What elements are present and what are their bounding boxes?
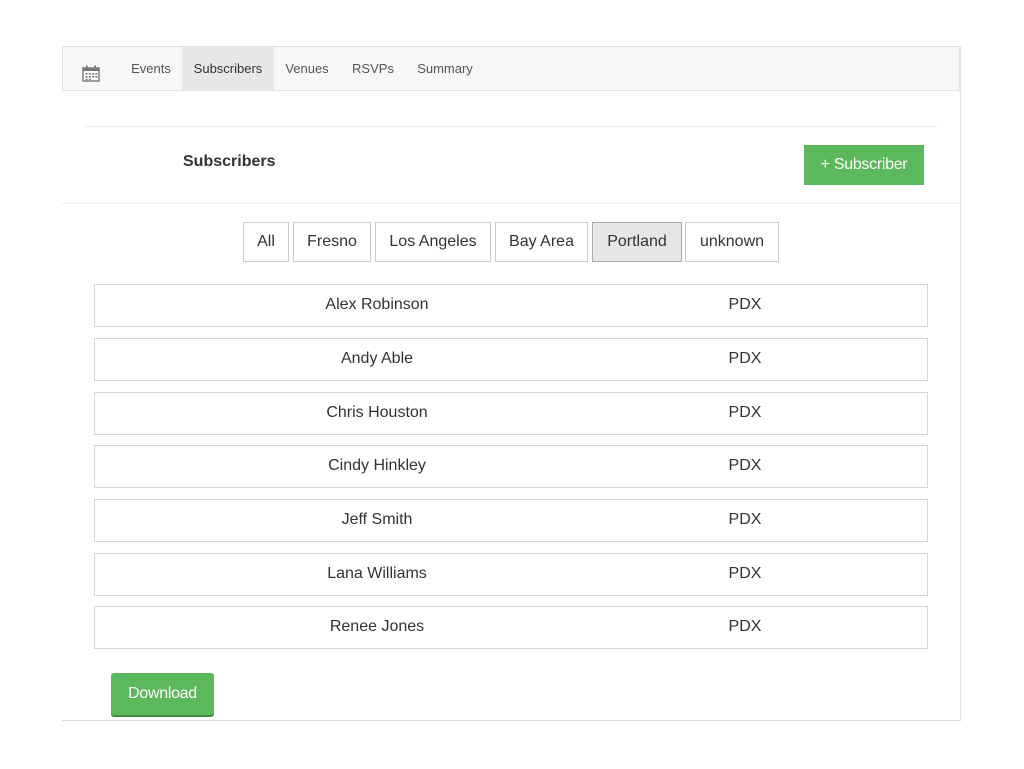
subscriber-city: PDX	[728, 618, 762, 635]
subscriber-city: PDX	[728, 404, 762, 421]
subscriber-name: Andy Able	[340, 350, 414, 367]
filter-fresno[interactable]: Fresno	[293, 222, 371, 262]
subscriber-city: PDX	[728, 457, 762, 474]
subscriber-row[interactable]: Lana Williams PDX	[94, 553, 928, 596]
nav-rsvps[interactable]: RSVPs	[340, 47, 406, 91]
subscriber-row[interactable]: Renee Jones PDX	[94, 606, 928, 649]
subscriber-row[interactable]: Andy Able PDX	[94, 338, 928, 381]
nav-events[interactable]: Events	[120, 47, 182, 91]
subscriber-name: Lana Williams	[327, 565, 427, 582]
divider	[62, 203, 960, 204]
calendar-icon[interactable]	[82, 65, 100, 82]
subscriber-name: Renee Jones	[329, 618, 425, 635]
nav-venues[interactable]: Venues	[274, 47, 340, 91]
subscriber-city: PDX	[728, 511, 762, 528]
main-panel: Events Subscribers Venues RSVPs Summary …	[62, 46, 961, 721]
download-button[interactable]: Download	[111, 673, 214, 715]
nav-summary[interactable]: Summary	[406, 47, 484, 91]
subscriber-name: Chris Houston	[326, 404, 428, 421]
subscriber-row[interactable]: Jeff Smith PDX	[94, 499, 928, 542]
subscriber-name: Cindy Hinkley	[328, 457, 426, 474]
subscriber-city: PDX	[728, 296, 762, 313]
subscriber-name: Jeff Smith	[341, 511, 413, 528]
divider	[84, 126, 938, 127]
page-title: Subscribers	[183, 153, 276, 170]
subscriber-name: Alex Robinson	[325, 296, 429, 313]
subscriber-city: PDX	[728, 565, 762, 582]
add-subscriber-button[interactable]: + Subscriber	[804, 145, 924, 185]
top-navbar: Events Subscribers Venues RSVPs Summary	[62, 46, 960, 91]
subscriber-row[interactable]: Alex Robinson PDX	[94, 284, 928, 327]
filter-unknown[interactable]: unknown	[685, 222, 779, 262]
nav-subscribers[interactable]: Subscribers	[182, 47, 274, 91]
subscriber-row[interactable]: Chris Houston PDX	[94, 392, 928, 435]
filter-portland[interactable]: Portland	[592, 222, 682, 262]
filter-los-angeles[interactable]: Los Angeles	[375, 222, 491, 262]
subscriber-city: PDX	[728, 350, 762, 367]
filter-bay-area[interactable]: Bay Area	[495, 222, 588, 262]
filter-all[interactable]: All	[243, 222, 289, 262]
subscriber-row[interactable]: Cindy Hinkley PDX	[94, 445, 928, 488]
